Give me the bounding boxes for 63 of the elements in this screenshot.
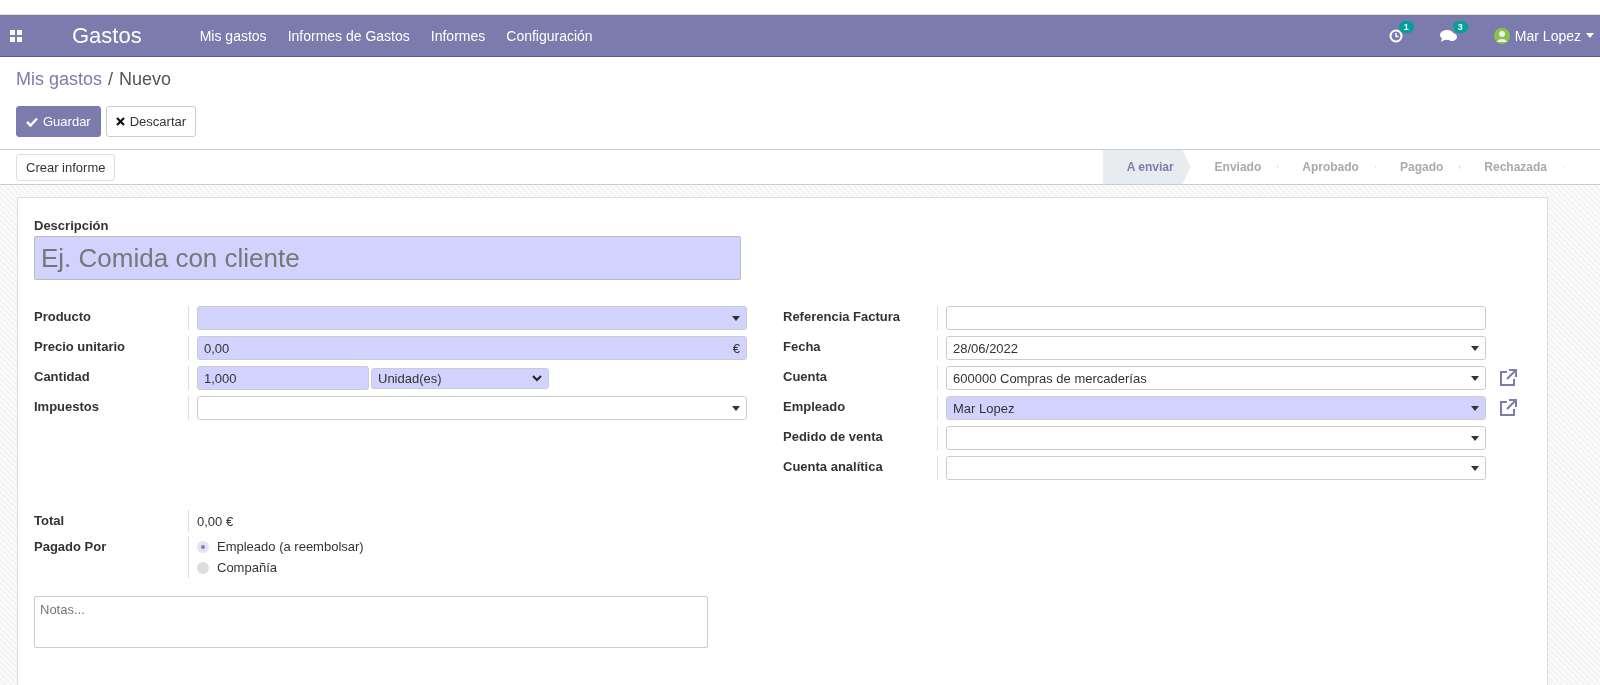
app-title[interactable]: Gastos xyxy=(72,22,142,49)
notes-field[interactable]: Notas... xyxy=(34,596,708,648)
dropdown-field[interactable]: Mar Lopez xyxy=(946,396,1486,420)
external-link-icon[interactable] xyxy=(1498,368,1518,388)
field-label: Referencia Factura xyxy=(783,306,938,330)
caret-icon[interactable] xyxy=(1586,33,1594,38)
dropdown-field[interactable] xyxy=(946,426,1486,450)
check-icon xyxy=(26,116,38,127)
field-label: Precio unitario xyxy=(34,336,189,360)
chat-icon[interactable] xyxy=(1439,28,1457,43)
radio-button[interactable] xyxy=(197,561,209,574)
field-label: Pagado Por xyxy=(34,536,189,578)
unit-dropdown[interactable]: Unidad(es) xyxy=(371,367,549,389)
discard-button[interactable]: Descartar xyxy=(105,106,197,137)
field-label: Producto xyxy=(34,306,189,330)
caret-icon xyxy=(1471,375,1479,381)
caret-icon xyxy=(1471,435,1479,441)
activity-count-badge: 1 xyxy=(1398,20,1414,33)
dropdown-field[interactable] xyxy=(197,306,747,330)
avatar-icon xyxy=(1493,27,1510,44)
external-link-icon[interactable] xyxy=(1498,398,1518,418)
menu-item[interactable]: Informes xyxy=(430,27,486,44)
input-field[interactable] xyxy=(946,306,1486,330)
caret-icon xyxy=(1471,405,1479,411)
field-label: Cuenta analítica xyxy=(783,456,938,480)
caret-icon xyxy=(732,405,740,411)
field-label: Impuestos xyxy=(34,396,189,420)
breadcrumb-separator: / xyxy=(108,69,114,90)
dropdown-field[interactable]: 600000 Compras de mercaderías xyxy=(946,366,1486,390)
message-count-badge: 3 xyxy=(1452,20,1468,33)
breadcrumb-current: Nuevo xyxy=(119,69,172,90)
dropdown-field[interactable] xyxy=(946,456,1486,480)
breadcrumb-link[interactable]: Mis gastos xyxy=(16,69,103,90)
field-label: Fecha xyxy=(783,336,938,360)
radio-label[interactable]: Compañía xyxy=(217,560,277,575)
dropdown-field[interactable] xyxy=(197,396,747,420)
menu-item[interactable]: Informes de Gastos xyxy=(287,27,410,44)
quantity-field[interactable]: 1,000 xyxy=(197,366,369,390)
field-label: Total xyxy=(34,510,189,532)
create-report-button[interactable]: Crear informe xyxy=(16,153,116,181)
field-label: Cantidad xyxy=(34,366,189,390)
field-label: Cuenta xyxy=(783,366,938,390)
close-icon xyxy=(115,117,125,126)
description-field[interactable]: Ej. Comida con cliente xyxy=(34,236,741,280)
total-value: 0,00 € xyxy=(197,513,234,529)
clock-icon[interactable] xyxy=(1388,28,1403,43)
menu-item[interactable]: Configuración xyxy=(506,27,593,44)
apps-grid-icon[interactable] xyxy=(10,29,22,42)
status-stage[interactable]: A enviar xyxy=(1102,150,1191,184)
caret-icon xyxy=(1471,345,1479,351)
field-label: Pedido de venta xyxy=(783,426,938,450)
field-label: Descripción xyxy=(34,218,110,233)
radio-label[interactable]: Empleado (a reembolsar) xyxy=(217,539,364,554)
caret-icon xyxy=(1471,465,1479,471)
save-button[interactable]: Guardar xyxy=(16,106,101,137)
price-field[interactable]: 0,00 € xyxy=(197,336,747,360)
menu-item[interactable]: Mis gastos xyxy=(199,27,267,44)
user-name[interactable]: Mar Lopez xyxy=(1514,27,1581,44)
chevron-icon xyxy=(532,374,542,382)
field-label: Empleado xyxy=(783,396,938,420)
dropdown-field[interactable]: 28/06/2022 xyxy=(946,336,1486,360)
caret-icon xyxy=(732,315,740,321)
radio-button[interactable] xyxy=(197,540,209,553)
